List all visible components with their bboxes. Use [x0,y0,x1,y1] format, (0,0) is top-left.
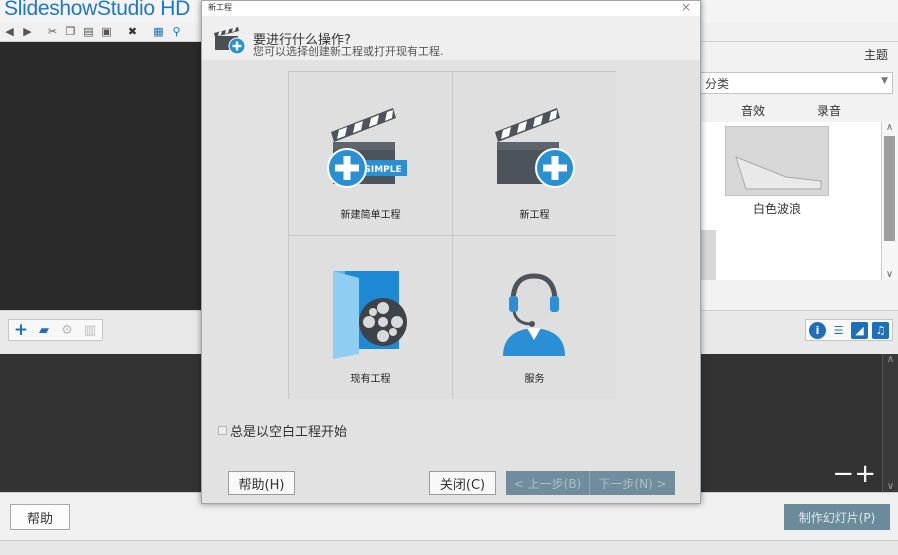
timeline-zoom: −+ [832,459,876,489]
scroll-thumb[interactable] [884,136,895,241]
new-simple-project-tile[interactable]: SIMPLE 新建简单工程 [289,72,452,235]
settings-icon[interactable]: ⚙ [58,322,76,338]
slide-toolbar: + ▰ ⚙ ▥ [0,310,206,354]
tile-label: 新工程 [519,210,550,221]
status-bar [0,540,898,555]
scroll-up-icon[interactable]: ∧ [883,354,898,365]
thumbnail-label: 白色波浪 [752,202,801,216]
tab-recording[interactable]: 录音 [817,102,841,119]
align-icon[interactable]: ☰ [830,322,847,339]
zoom-icon[interactable]: ⚲ [170,25,183,38]
scroll-up-icon[interactable]: ∧ [882,122,897,133]
scroll-down-icon[interactable]: ∨ [882,269,897,280]
theme-thumbnail-partial[interactable] [700,230,716,280]
theme-thumbnails: 白色波浪 [700,122,881,280]
close-icon[interactable]: × [681,0,691,14]
previous-button[interactable]: < 上一步(B) [506,471,590,495]
preview-area [0,42,206,310]
help-button[interactable]: 帮助 [10,504,70,530]
trash-icon[interactable]: ▥ [81,322,99,338]
checkbox-box[interactable] [218,426,227,435]
tab-sound-effects[interactable]: 音效 [741,102,765,119]
back-icon[interactable]: ◀ [3,25,16,38]
film-reel-icon [333,271,407,359]
dialog-title: 新工程 [208,3,232,12]
new-project-dialog: 新工程 × 要进行什么操作? 您可以选择创建新工程或打开现有工程. SIMPLE… [201,0,701,504]
zoom-in-icon[interactable]: + [854,459,876,489]
copy-icon[interactable]: ❐ [64,25,77,38]
app-logo: SlideshowStudio HD [4,0,191,20]
paste-icon[interactable]: ▤ [82,25,95,38]
add-media-icon[interactable]: ▰ [35,322,53,338]
clapperboard-icon [214,27,246,54]
checkbox-label: 总是以空白工程开始 [230,425,348,440]
support-agent-icon [503,273,565,356]
existing-project-tile[interactable]: 现有工程 [289,236,452,399]
always-blank-checkbox[interactable]: 总是以空白工程开始 [218,421,347,440]
scroll-down-icon[interactable]: ∨ [883,481,898,492]
tile-label: 现有工程 [350,374,391,385]
add-icon[interactable]: + [12,320,30,340]
dialog-title-bar: 新工程 × [202,0,700,16]
dialog-close-button[interactable]: 关闭(C) [429,471,496,495]
thumbnails-scrollbar[interactable]: ∧ ∨ [881,122,897,280]
wave-thumbnail-icon [735,156,822,190]
zoom-out-icon[interactable]: − [832,459,854,489]
tile-label: 服务 [524,374,545,385]
property-toolbar: i ☰ ◢ ♫ [700,310,898,354]
forward-icon[interactable]: ▶ [21,25,34,38]
simple-project-icon: SIMPLE [327,108,407,188]
theme-thumbnail[interactable] [725,126,829,196]
fit-icon[interactable]: ▦ [152,25,165,38]
dialog-header: 要进行什么操作? 您可以选择创建新工程或打开现有工程. [202,16,700,60]
category-select[interactable]: 分类 ▼ [700,72,893,94]
delete-icon[interactable]: ✖ [126,25,139,38]
project-options: SIMPLE 新建简单工程 新工程 现有工程 服务 [288,71,616,399]
transition-icon[interactable]: ◢ [851,321,868,339]
make-slideshow-button[interactable]: 制作幻灯片(P) [784,504,890,530]
chevron-down-icon: ▼ [881,76,888,86]
next-button[interactable]: 下一步(N) > [590,471,675,495]
new-project-tile[interactable]: 新工程 [453,72,616,235]
tile-divider [289,235,615,236]
info-icon[interactable]: i [809,321,826,339]
edit-icon[interactable]: ▣ [100,25,113,38]
service-tile[interactable]: 服务 [453,236,616,399]
tile-label: 新建简单工程 [340,210,401,221]
wizard-navigation: < 上一步(B) 下一步(N) > [506,471,675,495]
timeline-scrollbar[interactable]: ∧ ∨ [882,354,898,492]
music-icon[interactable]: ♫ [872,321,889,339]
right-panel: 主题 分类 ▼ 音效 录音 白色波浪 ∧ ∨ [700,42,898,312]
dialog-help-button[interactable]: 帮助(H) [228,471,295,495]
cut-icon[interactable]: ✂ [46,25,59,38]
dialog-subtitle: 您可以选择创建新工程或打开现有工程. [253,45,444,58]
property-tools: i ☰ ◢ ♫ [805,319,893,341]
new-project-icon [495,108,575,188]
theme-link[interactable]: 主题 [864,46,888,63]
slide-tools: + ▰ ⚙ ▥ [8,319,103,341]
simple-badge: SIMPLE [364,165,401,175]
